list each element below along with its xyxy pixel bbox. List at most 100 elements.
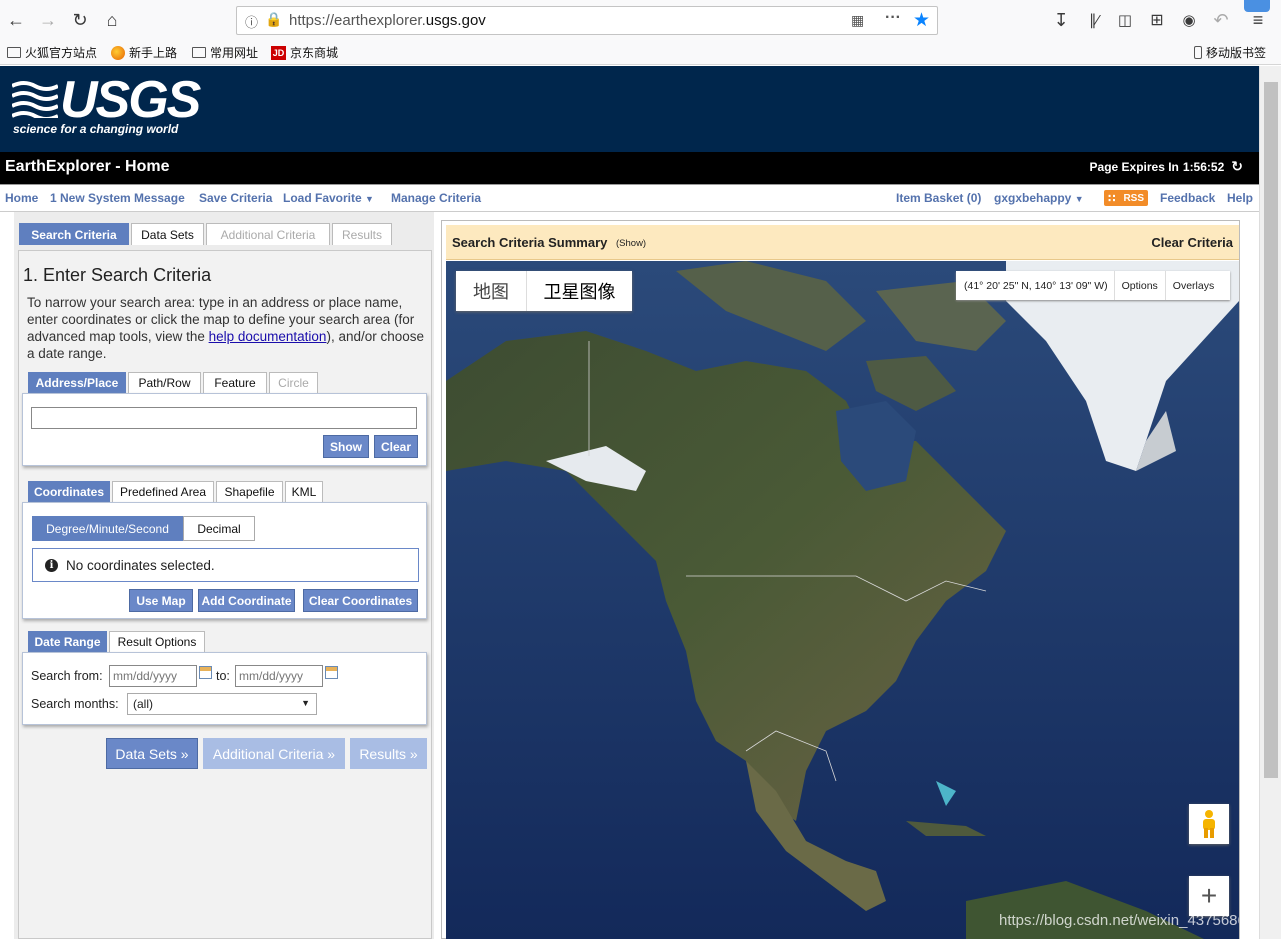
undo-icon[interactable]: ↶ <box>1209 8 1233 32</box>
no-coordinates-message: No coordinates selected. <box>66 557 215 573</box>
tab-date-range[interactable]: Date Range <box>28 631 107 652</box>
tab-coordinates[interactable]: Coordinates <box>28 481 110 502</box>
to-label: to: <box>216 669 230 683</box>
additional-criteria-button[interactable]: Additional Criteria » <box>203 738 345 769</box>
criteria-content: 1. Enter Search Criteria To narrow your … <box>18 250 432 939</box>
refresh-icon[interactable]: ↻ <box>1231 159 1243 174</box>
zoom-in-button[interactable]: + <box>1189 876 1229 916</box>
site-toolbar: Home 1 New System Message Save Criteria … <box>0 184 1259 212</box>
reload-icon[interactable]: ↻ <box>68 8 92 32</box>
usgs-wave-logo-icon <box>11 80 59 121</box>
system-message-link[interactable]: 1 New System Message <box>50 191 185 205</box>
tab-feature[interactable]: Feature <box>203 372 267 393</box>
tab-shapefile[interactable]: Shapefile <box>216 481 283 502</box>
lock-icon: 🔒 <box>265 11 283 27</box>
chat-icon[interactable]: ◉ <box>1177 8 1201 32</box>
date-range-box: Search from: to: Search months: (all)▼ <box>22 652 427 725</box>
map-type-satellite[interactable]: 卫星图像 <box>527 271 632 311</box>
coordinate-list: i No coordinates selected. <box>32 548 419 582</box>
url-text: https://earthexplorer.usgs.gov <box>289 12 486 29</box>
forward-icon[interactable]: → <box>36 8 60 32</box>
tab-data-sets[interactable]: Data Sets <box>131 223 204 245</box>
tab-circle[interactable]: Circle <box>269 372 318 393</box>
calendar-icon[interactable] <box>199 666 212 679</box>
search-months-label: Search months: <box>31 697 119 711</box>
bookmark-item[interactable]: 火狐官方站点 <box>7 44 97 61</box>
browser-toolbar: ← → ↻ ⌂ ⓘ 🔒 https://earthexplorer.usgs.g… <box>0 0 1281 40</box>
info-icon[interactable]: ⓘ <box>245 12 258 31</box>
map-overlays-button[interactable]: Overlays <box>1164 271 1221 300</box>
tab-path-row[interactable]: Path/Row <box>128 372 201 393</box>
scrollbar-thumb[interactable] <box>1264 82 1278 778</box>
item-basket-link[interactable]: Item Basket (0) <box>896 191 981 205</box>
url-bar[interactable]: ⓘ 🔒 https://earthexplorer.usgs.gov ▦ ···… <box>236 6 938 35</box>
home-link[interactable]: Home <box>5 191 38 205</box>
download-icon[interactable]: ↧ <box>1049 8 1073 32</box>
more-icon[interactable]: ··· <box>885 9 901 27</box>
phone-icon <box>1194 46 1202 59</box>
address-box: Show Clear <box>22 393 427 466</box>
usgs-tagline: science for a changing world <box>13 122 179 136</box>
jd-icon: JD <box>271 45 286 60</box>
decimal-toggle[interactable]: Decimal <box>183 516 255 541</box>
rss-button[interactable]: ∷ RSS <box>1104 190 1148 206</box>
date-from-input[interactable] <box>109 665 197 687</box>
street-view-pegman-icon[interactable] <box>1189 804 1229 844</box>
mobile-bookmarks[interactable]: 移动版书签 <box>1194 44 1266 61</box>
tab-result-options[interactable]: Result Options <box>109 631 205 652</box>
page-expires: Page Expires In 1:56:52 ↻ <box>1089 158 1243 174</box>
manage-criteria-link[interactable]: Manage Criteria <box>391 191 481 205</box>
coordinates-box: Degree/Minute/Second Decimal i No coordi… <box>22 502 427 619</box>
criteria-intro: To narrow your search area: type in an a… <box>27 295 425 361</box>
feedback-link[interactable]: Feedback <box>1160 191 1215 205</box>
search-months-select[interactable]: (all) ▼ <box>127 693 317 715</box>
firefox-icon <box>111 45 125 60</box>
home-icon[interactable]: ⌂ <box>100 8 124 32</box>
library-icon[interactable]: ∥⁄ <box>1082 8 1106 32</box>
map-options-button[interactable]: Options <box>1113 271 1165 300</box>
map-panel: Search Criteria Summary (Show) Clear Cri… <box>441 220 1240 939</box>
use-map-button[interactable]: Use Map <box>129 589 193 612</box>
search-panel: Search Criteria Data Sets Additional Cri… <box>14 212 434 939</box>
tab-address-place[interactable]: Address/Place <box>28 372 126 393</box>
calendar-icon[interactable] <box>325 666 338 679</box>
clear-button[interactable]: Clear <box>374 435 418 458</box>
clear-coordinates-button[interactable]: Clear Coordinates <box>303 589 418 612</box>
bookmark-item[interactable]: JD 京东商城 <box>271 44 338 61</box>
tab-predefined-area[interactable]: Predefined Area <box>112 481 214 502</box>
load-favorite-link[interactable]: Load Favorite ▼ <box>283 191 374 205</box>
screenshot-icon[interactable]: ⊞ <box>1145 8 1169 32</box>
degree-minute-second-toggle[interactable]: Degree/Minute/Second <box>32 516 183 541</box>
folder-icon <box>192 47 206 58</box>
tab-results[interactable]: Results <box>332 223 392 245</box>
tab-kml[interactable]: KML <box>285 481 323 502</box>
tab-search-criteria[interactable]: Search Criteria <box>19 223 129 245</box>
satellite-map[interactable]: 地图 卫星图像 (41° 20' 25" N, 140° 13' 09" W) … <box>446 261 1239 939</box>
tab-additional-criteria[interactable]: Additional Criteria <box>206 223 330 245</box>
clear-criteria-link[interactable]: Clear Criteria <box>1151 235 1233 250</box>
data-sets-button[interactable]: Data Sets » <box>106 738 198 769</box>
show-button[interactable]: Show <box>323 435 369 458</box>
user-menu[interactable]: gxgxbehappy ▼ <box>994 191 1084 205</box>
usgs-logo[interactable]: USGS <box>60 70 201 130</box>
help-link[interactable]: Help <box>1227 191 1253 205</box>
star-icon[interactable]: ★ <box>913 9 930 32</box>
criteria-heading: 1. Enter Search Criteria <box>23 265 212 285</box>
rss-icon: ∷ <box>1108 192 1116 205</box>
date-to-input[interactable] <box>235 665 323 687</box>
sidebar-icon[interactable]: ◫ <box>1113 8 1137 32</box>
bookmark-item[interactable]: 常用网址 <box>192 44 258 61</box>
page-titlebar: EarthExplorer - Home Page Expires In 1:56… <box>0 152 1259 184</box>
back-icon[interactable]: ← <box>4 8 28 32</box>
map-type-control: 地图 卫星图像 <box>456 271 632 311</box>
help-documentation-link[interactable]: help documentation <box>209 329 327 344</box>
save-criteria-link[interactable]: Save Criteria <box>199 191 272 205</box>
bookmark-item[interactable]: 新手上路 <box>111 44 177 61</box>
page-scrollbar[interactable] <box>1259 66 1281 939</box>
add-coordinate-button[interactable]: Add Coordinate <box>198 589 295 612</box>
address-input[interactable] <box>31 407 417 429</box>
summary-show-link[interactable]: (Show) <box>616 238 646 249</box>
results-button[interactable]: Results » <box>350 738 427 769</box>
map-type-roadmap[interactable]: 地图 <box>456 271 527 311</box>
qr-icon[interactable]: ▦ <box>851 12 864 29</box>
